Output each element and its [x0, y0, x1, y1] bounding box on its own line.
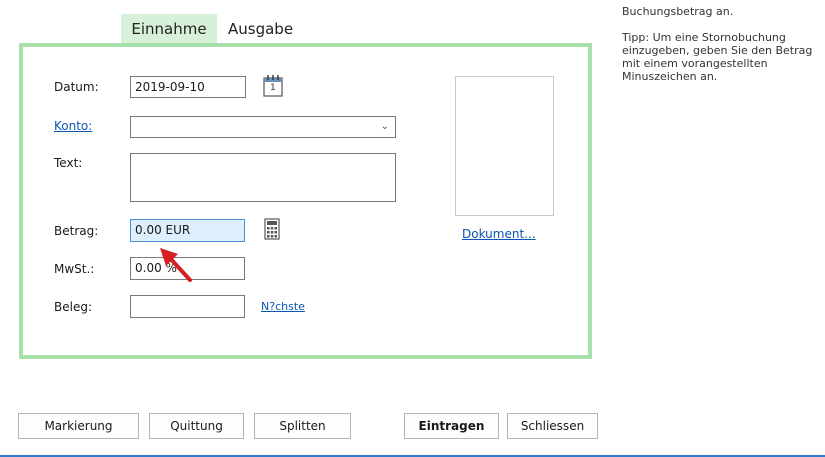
document-preview[interactable] [455, 76, 554, 216]
account-link[interactable]: Konto: [54, 119, 92, 133]
date-label: Datum: [54, 80, 99, 94]
amount-field[interactable]: 0.00 EUR [130, 219, 245, 242]
document-link[interactable]: Dokument... [462, 227, 536, 241]
receipt-button[interactable]: Quittung [149, 413, 244, 439]
help-tip: Tipp: Um eine Stornobuchung einzugeben, … [622, 31, 813, 83]
split-button[interactable]: Splitten [254, 413, 351, 439]
help-text-line: Buchungsbetrag an. [622, 5, 734, 18]
receipt-field[interactable] [130, 295, 245, 318]
receipt-label: Beleg: [54, 300, 92, 314]
vat-label: MwSt.: [54, 262, 95, 276]
text-area[interactable] [130, 153, 396, 202]
close-button[interactable]: Schliessen [507, 413, 598, 439]
calculator-icon[interactable] [264, 218, 280, 240]
tab-income[interactable]: Einnahme [121, 14, 217, 44]
tab-expense[interactable]: Ausgabe [218, 14, 298, 44]
account-select[interactable]: ⌄ [130, 116, 396, 138]
calendar-day: 1 [270, 83, 276, 93]
arrow-annotation-icon [160, 248, 192, 282]
next-receipt-link[interactable]: N?chste [261, 300, 305, 313]
text-label: Text: [54, 156, 83, 170]
date-field[interactable]: 2019-09-10 [130, 76, 246, 98]
mark-button[interactable]: Markierung [18, 413, 139, 439]
enter-button[interactable]: Eintragen [404, 413, 499, 439]
chevron-down-icon[interactable]: ⌄ [381, 117, 389, 137]
calendar-icon[interactable]: 1 [263, 74, 283, 98]
amount-label: Betrag: [54, 224, 99, 238]
